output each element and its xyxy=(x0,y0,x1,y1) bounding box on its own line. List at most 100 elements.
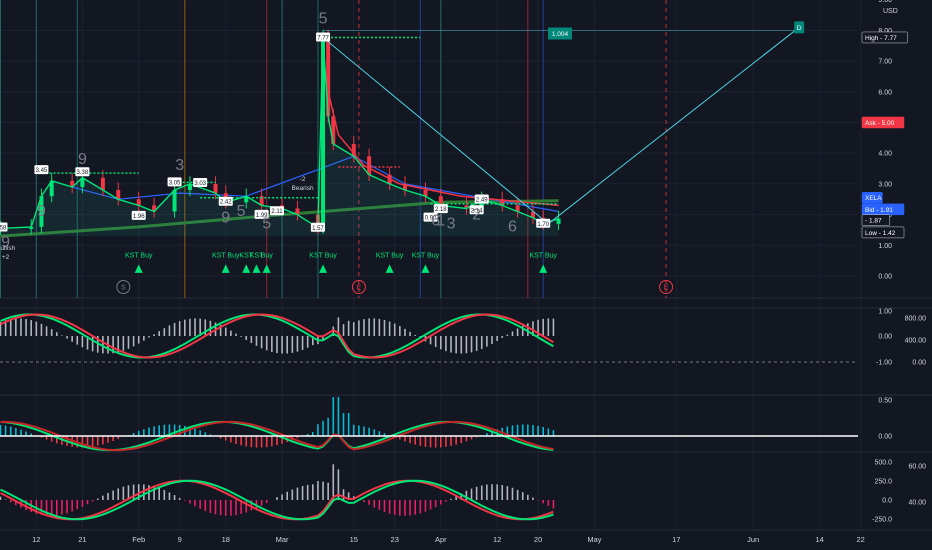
time-tick-label: Mar xyxy=(276,535,289,544)
oscillator-pane-2[interactable]: 0.50 0.00 xyxy=(0,397,892,452)
count-digit: 9 xyxy=(221,209,230,226)
pane-left-label: -250.0 xyxy=(872,517,892,524)
count-digit: 9 xyxy=(78,151,87,168)
price-tick-label: 4.00 xyxy=(878,151,892,158)
kst-buy-arrow xyxy=(221,264,230,273)
pane-left-label: 0.00 xyxy=(878,334,892,341)
time-tick-label: 21 xyxy=(78,535,86,544)
count-digit: 2 xyxy=(472,206,481,223)
time-tick-label: Feb xyxy=(132,535,145,544)
price-tag-text: - 1.87 xyxy=(865,218,882,225)
kst-buy-label: KST Buy xyxy=(376,253,404,260)
price-tick-label: 6.00 xyxy=(878,89,892,96)
count-digit: 6 xyxy=(431,212,440,229)
annotation: +2 xyxy=(2,254,10,261)
count-digit: 3 xyxy=(447,215,456,232)
point-label: 2.11 xyxy=(271,209,283,215)
candle-body xyxy=(172,190,177,212)
price-tick-label: 1.00 xyxy=(878,243,892,250)
kst-buy-label: KST Buy xyxy=(412,253,440,260)
price-axis[interactable]: 9.008.007.006.005.004.003.002.001.000.00… xyxy=(861,0,908,281)
count-digit: 5 xyxy=(262,215,271,232)
count-digit: 9 xyxy=(37,203,46,220)
kst-buy-arrow xyxy=(319,264,328,273)
pane-left-label: 0.50 xyxy=(878,398,892,405)
pane-left-label: 250.0 xyxy=(874,479,892,486)
price-tick-label: 3.00 xyxy=(878,181,892,188)
price-tag-text: Bid - 1.91 xyxy=(865,207,893,214)
pane-left-label: 0.00 xyxy=(878,434,892,441)
point-label: 3.38 xyxy=(77,170,89,176)
annotation: Bearish xyxy=(292,185,314,192)
candle-body xyxy=(213,183,218,194)
annotation: -2 xyxy=(300,176,306,183)
kst-buy-arrow xyxy=(539,264,548,273)
event-circle-text: S xyxy=(121,285,126,292)
price-tag-text: Ask - 5.00 xyxy=(865,120,895,127)
point-label: 1.58 xyxy=(0,225,7,231)
kst-buy-arrow xyxy=(252,264,261,273)
pane-left-label: -1.00 xyxy=(876,360,892,367)
pane-right-label: 40.00 xyxy=(908,500,926,507)
time-tick-label: 18 xyxy=(222,535,230,544)
kst-buy-arrow xyxy=(134,264,143,273)
count-digit: 5 xyxy=(237,203,246,220)
count-digit: 5 xyxy=(319,10,328,27)
event-circle-text: E xyxy=(664,285,669,292)
point-label: 3.03 xyxy=(194,181,206,187)
point-label: 3.45 xyxy=(36,168,48,174)
time-tick-label: 12 xyxy=(493,535,501,544)
pane-left-label: 0.0 xyxy=(882,498,892,505)
kst-buy-label: KST Buy xyxy=(212,253,240,260)
price-pane[interactable]: 1.004D1.583.453.381.963.053.032.421.992.… xyxy=(0,10,805,294)
price-tick-label: 9.00 xyxy=(878,0,892,4)
time-tick-label: 23 xyxy=(391,535,399,544)
time-axis[interactable]: 12 21 Feb 9 18 Mar 15 23 Apr 12 20 May 17 Jun 14 22 xyxy=(0,529,932,544)
projection-end-text: D xyxy=(797,25,802,32)
candle-body xyxy=(100,177,105,191)
time-tick-label: 15 xyxy=(350,535,358,544)
pane-left-label: 500.0 xyxy=(874,460,892,467)
kst-buy-arrow xyxy=(421,264,430,273)
point-label: 2.42 xyxy=(220,200,232,206)
kst-buy-arrow xyxy=(385,264,394,273)
kst-buy-arrow xyxy=(242,264,251,273)
kst-buy-label: KST Buy xyxy=(529,253,557,260)
pane-right-label: 60.00 xyxy=(908,464,926,471)
point-label: 7.77 xyxy=(317,35,329,41)
annotation: Bullish xyxy=(0,245,16,252)
grid xyxy=(0,0,932,530)
count-digit: 6 xyxy=(508,219,517,236)
chart-svg[interactable]: 1.004D1.583.453.381.963.053.032.421.992.… xyxy=(0,0,932,550)
point-label: 2.49 xyxy=(476,198,488,204)
kst-buy-label: KST Buy xyxy=(125,253,153,260)
time-tick-label: 9 xyxy=(178,535,182,544)
point-label: 1.57 xyxy=(312,226,324,232)
kst-buy-label: Buy xyxy=(261,253,274,260)
time-tick-label: 14 xyxy=(816,535,824,544)
candle-body xyxy=(351,143,356,157)
chart-root: 1.004D1.583.453.381.963.053.032.421.992.… xyxy=(0,0,932,550)
pane-right-label: 800.00 xyxy=(905,316,927,323)
pane-right-label: 400.00 xyxy=(905,338,927,345)
price-tick-label: 0.00 xyxy=(878,274,892,281)
kst-buy-arrow xyxy=(262,264,271,273)
price-tag-text: Low - 1.42 xyxy=(865,230,896,237)
time-tick-label: May xyxy=(587,535,601,544)
kst-buy-label: KST Buy xyxy=(309,253,337,260)
time-tick-label: 17 xyxy=(672,535,680,544)
price-tick-label: 7.00 xyxy=(878,59,892,66)
price-tag-text: XELA xyxy=(865,195,882,202)
candle-body xyxy=(367,156,372,175)
time-tick-label: 22 xyxy=(856,535,864,544)
price-tag-text: High - 7.77 xyxy=(865,35,897,42)
point-label: 1.70 xyxy=(537,222,549,228)
time-tick-label: 12 xyxy=(32,535,40,544)
pane-right-label: 0.00 xyxy=(912,360,926,367)
count-digit: 3 xyxy=(175,157,184,174)
time-tick-label: Jun xyxy=(747,535,759,544)
projection-value-text: 1.004 xyxy=(552,31,569,38)
oscillator-pane-3[interactable]: 500.0 250.0 0.0 -250.0 60.00 40.00 xyxy=(0,460,926,524)
event-circle-text: E xyxy=(357,285,362,292)
time-tick-label: 20 xyxy=(534,535,542,544)
